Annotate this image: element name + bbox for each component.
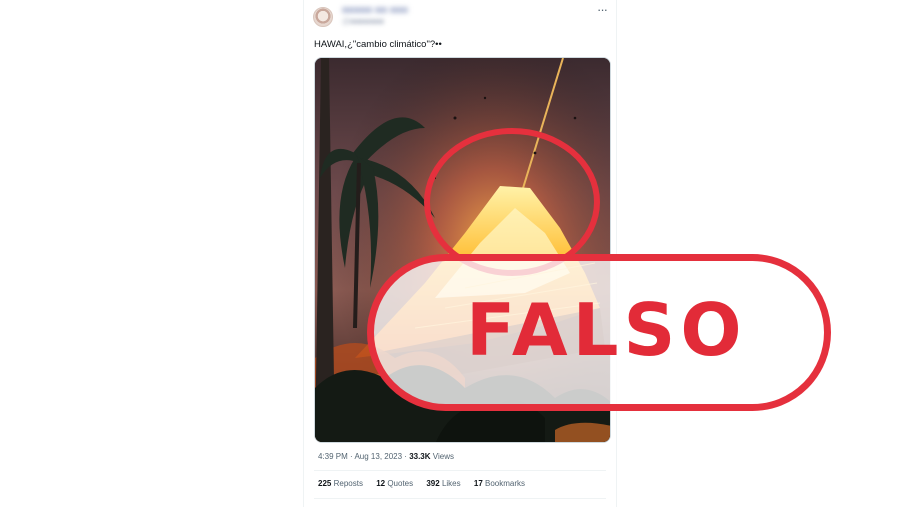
tweet-text: HAWAI,¿"cambio climático"?•• <box>314 39 442 50</box>
bookmarks-stat[interactable]: 17 Bookmarks <box>474 479 525 488</box>
bookmarks-count: 17 <box>473 479 483 488</box>
engagement-stats: 225 Reposts 12 Quotes 392 Likes 17 Bookm… <box>318 479 536 488</box>
author-handle[interactable]: @■■■■■■■ <box>342 17 408 27</box>
falso-stamp-text: FALSO <box>466 288 747 372</box>
quotes-stat[interactable]: 12 Quotes <box>376 479 413 488</box>
reposts-stat[interactable]: 225 Reposts <box>318 479 363 488</box>
views-label: Views <box>432 452 454 461</box>
more-options-icon[interactable]: ··· <box>597 3 608 17</box>
tweet-meta: 4:39 PM · Aug 13, 2023 · 33.3K Views <box>318 452 454 461</box>
reposts-label: Reposts <box>333 479 363 488</box>
reposts-count: 225 <box>318 479 332 488</box>
views-count: 33.3K <box>409 452 431 461</box>
timestamp[interactable]: 4:39 PM · Aug 13, 2023 · <box>318 452 407 461</box>
likes-count: 392 <box>426 479 440 488</box>
bookmarks-label: Bookmarks <box>485 479 526 488</box>
likes-stat[interactable]: 392 Likes <box>426 479 460 488</box>
divider <box>314 470 606 471</box>
quotes-label: Quotes <box>387 479 414 488</box>
avatar[interactable] <box>313 7 333 27</box>
author-name[interactable]: ■■■■■ ■■ ■■■ <box>342 5 452 16</box>
likes-label: Likes <box>441 479 461 488</box>
quotes-count: 12 <box>376 479 386 488</box>
divider <box>314 498 606 499</box>
